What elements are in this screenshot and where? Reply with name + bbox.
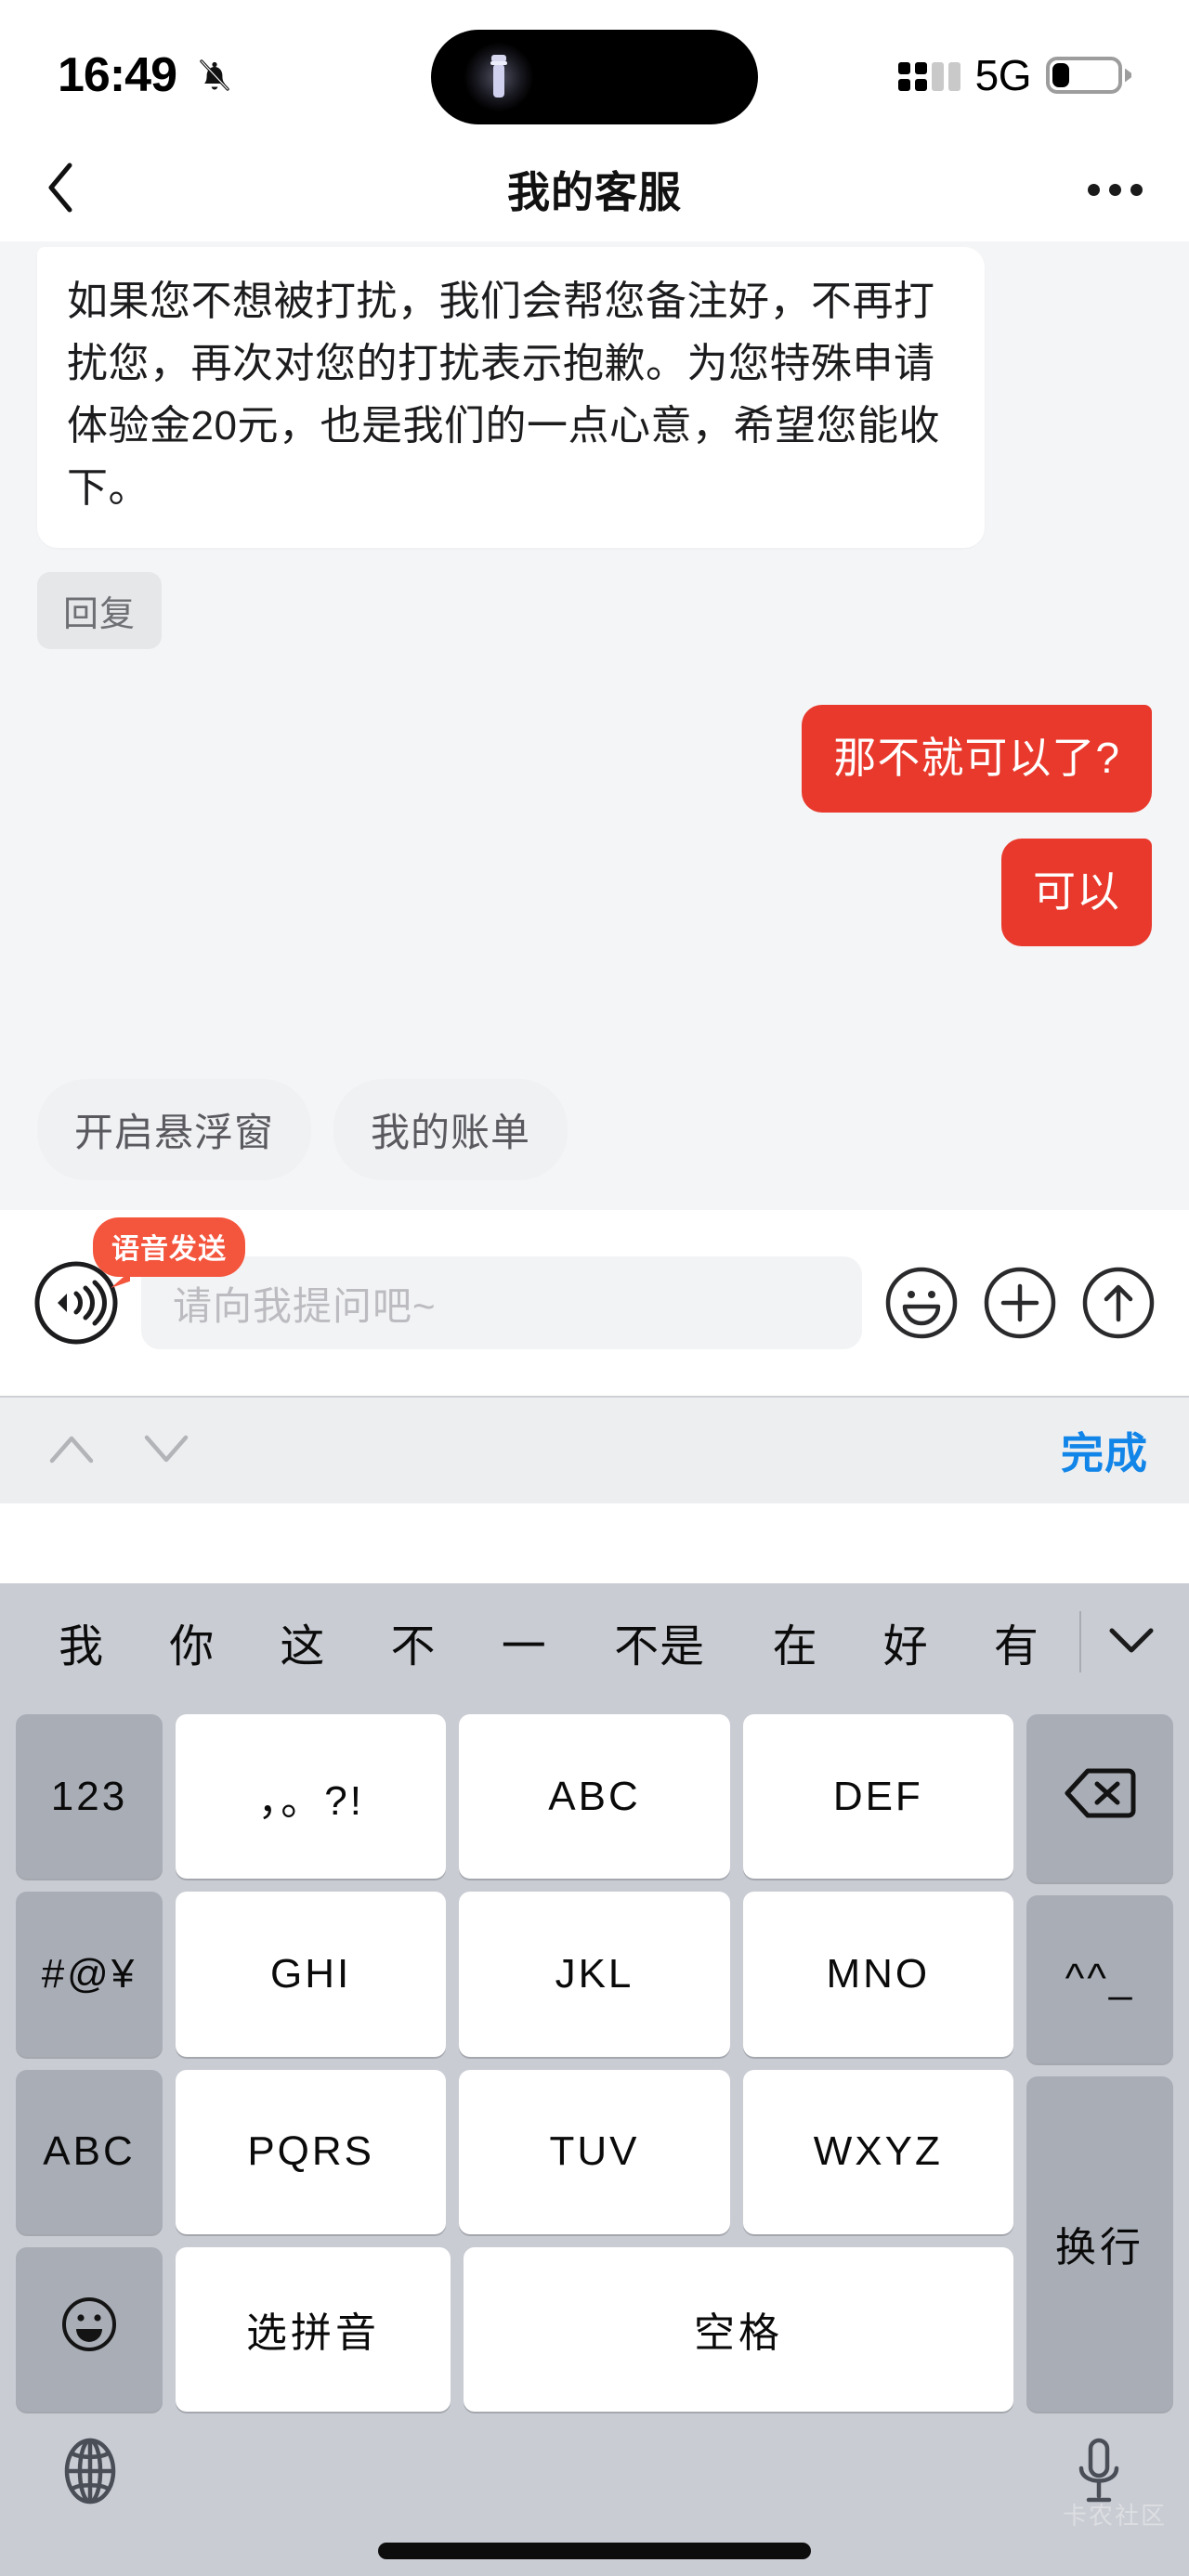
page-title: 我的客服 <box>507 168 682 216</box>
emoji-face-icon <box>57 2292 122 2367</box>
back-button[interactable] <box>45 160 104 219</box>
message-input[interactable]: 请向我提问吧~ <box>141 1256 862 1349</box>
status-bar-right: 5G <box>897 50 1131 100</box>
outgoing-message-bubble: 那不就可以了? <box>802 704 1152 813</box>
send-button[interactable] <box>1079 1264 1157 1342</box>
key-symbols[interactable]: #@¥ <box>16 1892 163 2057</box>
key-emoji[interactable] <box>16 2246 163 2412</box>
candidate-divider <box>1079 1611 1081 1672</box>
keyboard-right-column: ^^_ 换行 <box>1020 1708 1180 2418</box>
battery-low-icon <box>1046 57 1131 94</box>
keyboard-done-button[interactable]: 完成 <box>1061 1420 1148 1481</box>
network-type: 5G <box>974 51 1032 99</box>
chevron-up-icon <box>47 1430 96 1472</box>
key-wxyz[interactable]: WXYZ <box>742 2069 1013 2234</box>
reply-chip-row: 回复 <box>37 571 163 649</box>
keyboard-key-grid: 123 #@¥ ABC ，。?! ABC DEF GHI JKL MNO PQR… <box>0 1700 1189 2418</box>
globe-icon <box>54 2435 126 2507</box>
candidate-item[interactable]: 不是 <box>580 1609 740 1674</box>
status-time: 16:49 <box>58 48 177 102</box>
message-input-placeholder: 请向我提问吧~ <box>173 1283 437 1328</box>
onscreen-keyboard: 我 你 这 不 一 不是 在 好 有 123 #@¥ ABC ，。?! ABC … <box>0 1503 1189 2576</box>
candidate-expand-button[interactable] <box>1094 1624 1169 1660</box>
ellipsis-icon <box>1088 183 1100 196</box>
candidate-item[interactable]: 我 <box>26 1609 137 1674</box>
key-numbers[interactable]: 123 <box>16 1714 163 1880</box>
home-indicator <box>378 2543 811 2559</box>
candidate-bar: 我 你 这 不 一 不是 在 好 有 <box>0 1583 1189 1700</box>
chat-scroll-area[interactable]: 如果您不想被打扰，我们会帮您备注好，不再打扰您，再次对您的打扰表示抱歉。为您特殊… <box>0 241 1189 1396</box>
reply-button[interactable]: 回复 <box>37 571 163 649</box>
candidate-item[interactable]: 这 <box>247 1609 358 1674</box>
key-backspace[interactable] <box>1026 1714 1173 1882</box>
keyboard-bottom-bar: 卡农社区 <box>0 2418 1189 2576</box>
keyboard-row: GHI JKL MNO <box>169 1885 1020 2062</box>
key-punctuation[interactable]: ，。?! <box>176 1714 447 1880</box>
candidate-item[interactable]: 一 <box>469 1609 580 1674</box>
phone-screen: 16:49 5G 我的客服 如果您不想被打扰，我们会帮您备注好，不再打扰您，再次… <box>0 0 1189 2576</box>
keyboard-row: ，。?! ABC DEF <box>169 1708 1020 1885</box>
next-field-button[interactable] <box>136 1420 197 1481</box>
ellipsis-icon <box>1109 183 1121 196</box>
quick-reply-chips: 开启悬浮窗 我的账单 <box>37 1079 1152 1180</box>
key-tuv[interactable]: TUV <box>459 2069 730 2234</box>
status-bar-left: 16:49 <box>58 47 236 103</box>
key-abc-mode[interactable]: ABC <box>16 2069 163 2234</box>
key-jkl[interactable]: JKL <box>459 1892 730 2057</box>
candidate-item[interactable]: 在 <box>740 1609 851 1674</box>
chevron-left-icon <box>45 162 76 218</box>
smiley-circle-icon <box>882 1264 960 1342</box>
dynamic-island <box>431 30 758 124</box>
key-space[interactable]: 空格 <box>464 2246 1013 2412</box>
chevron-down-icon <box>1106 1624 1156 1660</box>
keyboard-left-column: 123 #@¥ ABC <box>9 1708 169 2418</box>
more-options-button[interactable] <box>1088 183 1143 196</box>
keyboard-row: 选拼音 空格 <box>169 2241 1020 2418</box>
previous-field-button[interactable] <box>41 1420 102 1481</box>
voice-input-button[interactable]: 语音发送 <box>32 1217 245 1347</box>
key-newline[interactable]: 换行 <box>1026 2075 1173 2412</box>
key-mno[interactable]: MNO <box>742 1892 1013 2057</box>
keyboard-main-column: ，。?! ABC DEF GHI JKL MNO PQRS TUV WXYZ 选… <box>169 1708 1020 2418</box>
chevron-down-icon <box>142 1430 190 1472</box>
keyboard-columns: 123 #@¥ ABC ，。?! ABC DEF GHI JKL MNO PQR… <box>9 1708 1180 2418</box>
accessory-nav-group <box>41 1420 197 1481</box>
key-ghi[interactable]: GHI <box>176 1892 447 2057</box>
candidate-item[interactable]: 有 <box>961 1609 1072 1674</box>
add-attachment-button[interactable] <box>981 1264 1059 1342</box>
plus-circle-icon <box>981 1264 1059 1342</box>
key-pqrs[interactable]: PQRS <box>176 2069 447 2234</box>
status-bar: 16:49 5G <box>0 0 1189 137</box>
incoming-message-bubble: 如果您不想被打扰，我们会帮您备注好，不再打扰您，再次对您的打扰表示抱歉。为您特殊… <box>37 247 985 548</box>
backspace-icon <box>1064 1766 1136 1830</box>
message-composer: 语音发送 请向我提问吧~ <box>0 1210 1189 1396</box>
keyboard-accessory-bar: 完成 <box>0 1396 1189 1503</box>
key-def[interactable]: DEF <box>742 1714 1013 1880</box>
quick-chip-floating-window[interactable]: 开启悬浮窗 <box>37 1079 312 1180</box>
emoji-button[interactable] <box>882 1264 960 1342</box>
quick-chip-my-bill[interactable]: 我的账单 <box>333 1079 568 1180</box>
watermark: 卡农社区 <box>1062 2502 1167 2530</box>
key-abc[interactable]: ABC <box>459 1714 730 1880</box>
candidate-item[interactable]: 不 <box>358 1609 468 1674</box>
signal-dots-icon <box>897 59 960 91</box>
candidate-item[interactable]: 好 <box>851 1609 961 1674</box>
outgoing-message-bubble: 可以 <box>1001 838 1152 946</box>
bell-mute-icon <box>193 54 236 97</box>
key-kaomoji[interactable]: ^^_ <box>1026 1894 1173 2063</box>
arrow-up-circle-icon <box>1079 1264 1157 1342</box>
language-switch-button[interactable] <box>54 2435 126 2507</box>
navigation-bar: 我的客服 <box>0 137 1189 241</box>
keyboard-top-spacer <box>0 1503 1189 1583</box>
candidate-list: 我 你 这 不 一 不是 在 好 有 <box>26 1609 1072 1674</box>
voice-send-tooltip: 语音发送 <box>93 1217 245 1277</box>
ellipsis-icon <box>1130 183 1143 196</box>
keyboard-row: PQRS TUV WXYZ <box>169 2063 1020 2241</box>
key-select-pinyin[interactable]: 选拼音 <box>176 2246 451 2412</box>
candidate-item[interactable]: 你 <box>137 1609 247 1674</box>
flashlight-icon <box>464 43 533 111</box>
